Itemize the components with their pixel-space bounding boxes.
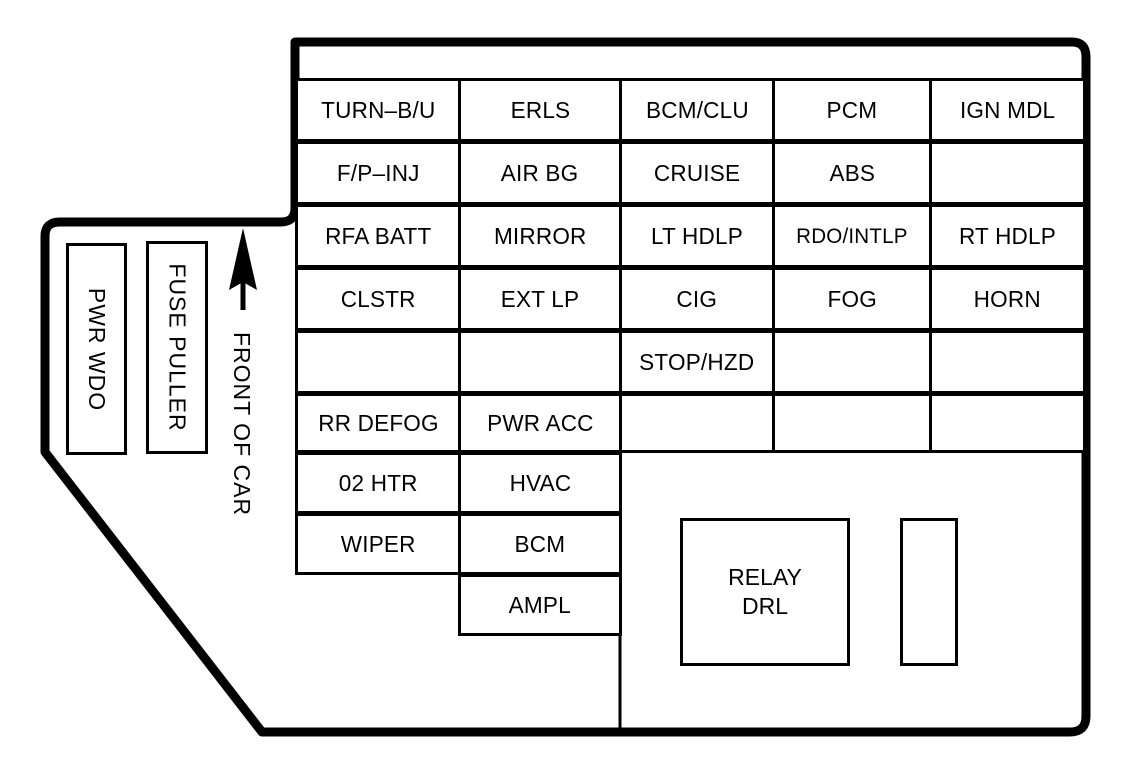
fuse-cell-r2c3[interactable]: CRUISE (619, 141, 775, 205)
fuse-cell-r5c1[interactable] (295, 330, 461, 394)
relay-drl-box[interactable]: RELAY DRL (680, 518, 850, 666)
fuse-box-diagram: PWR WDO FUSE PULLER FRONT OF CAR TURN–B/… (0, 0, 1126, 774)
fuse-cell-r5c4[interactable] (772, 330, 932, 394)
fuse-cell-r3c2[interactable]: MIRROR (458, 204, 622, 268)
fuse-cell-r2c1[interactable]: F/P–INJ (295, 141, 461, 205)
fuse-cell-r3c1[interactable]: RFA BATT (295, 204, 461, 268)
fuse-cell-r5c2[interactable] (458, 330, 622, 394)
fuse-puller-label: FUSE PULLER (164, 263, 191, 432)
fuse-cell-r6c3[interactable] (619, 393, 775, 453)
fuse-cell-r3c5[interactable]: RT HDLP (929, 204, 1086, 268)
fuse-cell-r1c5[interactable]: IGN MDL (929, 78, 1086, 142)
fuse-cell-r6c4[interactable] (772, 393, 932, 453)
fuse-cell-r5c5[interactable] (929, 330, 1086, 394)
fuse-cell-r4c4[interactable]: FOG (772, 267, 932, 331)
fuse-cell-r7c1[interactable]: 02 HTR (295, 452, 461, 514)
fuse-cell-r2c2[interactable]: AIR BG (458, 141, 622, 205)
pwr-wdo-label: PWR WDO (84, 287, 111, 411)
fuse-cell-r6c5[interactable] (929, 393, 1086, 453)
fuse-cell-r8c2[interactable]: BCM (458, 513, 622, 575)
fuse-cell-r5c3[interactable]: STOP/HZD (619, 330, 775, 394)
fuse-cell-r1c2[interactable]: ERLS (458, 78, 622, 142)
fuse-cell-r9c2[interactable]: AMPL (458, 574, 622, 636)
fuse-cell-r4c1[interactable]: CLSTR (295, 267, 461, 331)
fuse-cell-r1c1[interactable]: TURN–B/U (295, 78, 461, 142)
fuse-cell-r8c1[interactable]: WIPER (295, 513, 461, 575)
fuse-cell-r4c2[interactable]: EXT LP (458, 267, 622, 331)
fuse-cell-r2c5[interactable] (929, 141, 1086, 205)
relay-drl-line2: DRL (741, 593, 788, 619)
side-box-pwr-wdo[interactable]: PWR WDO (66, 243, 127, 455)
fuse-cell-r1c4[interactable]: PCM (772, 78, 932, 142)
fuse-cell-r4c3[interactable]: CIG (619, 267, 775, 331)
fuse-cell-r2c4[interactable]: ABS (772, 141, 932, 205)
fuse-cell-r3c3[interactable]: LT HDLP (619, 204, 775, 268)
fuse-cell-r7c2[interactable]: HVAC (458, 452, 622, 514)
relay-spare-box[interactable] (900, 518, 958, 666)
fuse-cell-r6c1[interactable]: RR DEFOG (295, 393, 461, 453)
relay-drl-line1: RELAY (728, 564, 802, 591)
fuse-cell-r4c5[interactable]: HORN (929, 267, 1086, 331)
fuse-cell-r3c4[interactable]: RDO/INTLP (772, 204, 932, 268)
fuse-cell-r1c3[interactable]: BCM/CLU (619, 78, 775, 142)
fuse-cell-r6c2[interactable]: PWR ACC (458, 393, 622, 453)
side-box-fuse-puller[interactable]: FUSE PULLER (146, 241, 208, 454)
